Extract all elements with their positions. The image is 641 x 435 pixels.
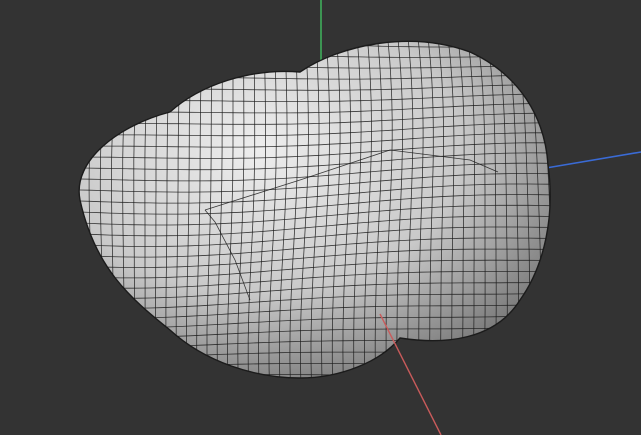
wire-column [33, 20, 60, 400]
scene-canvas[interactable] [0, 0, 641, 435]
3d-viewport[interactable] [0, 0, 641, 435]
wire-row [79, 42, 551, 58]
wire-row [60, 383, 570, 399]
wire-row [79, 41, 551, 49]
z-axis-line [545, 151, 641, 169]
wire-column [552, 20, 575, 400]
wire-column [44, 20, 69, 400]
mesh-body[interactable] [79, 41, 551, 379]
wire-column [561, 20, 586, 400]
wire-column [570, 20, 597, 400]
wire-column [56, 20, 79, 400]
